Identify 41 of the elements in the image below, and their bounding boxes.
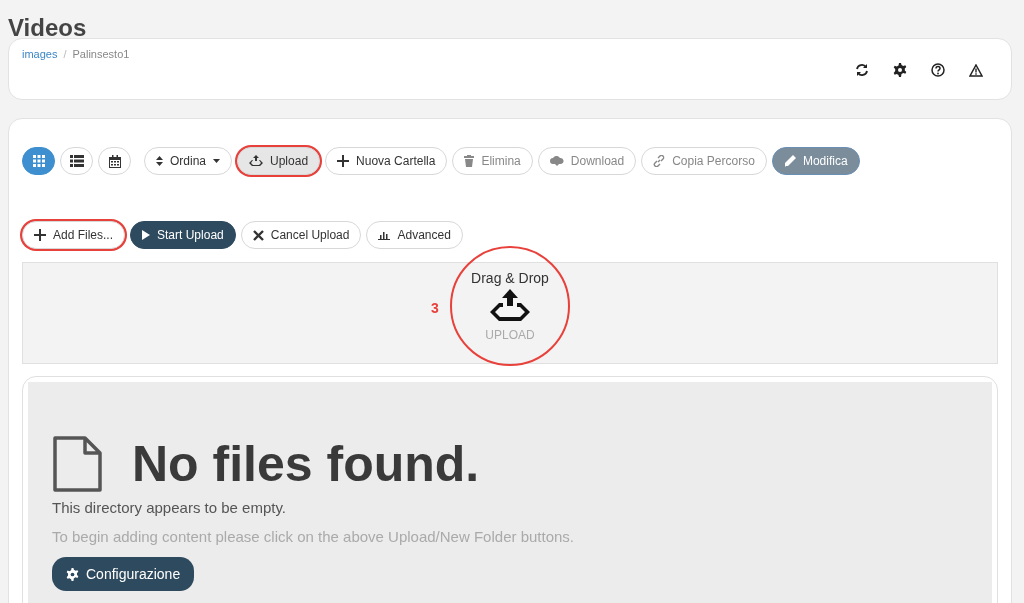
link-icon xyxy=(653,155,666,167)
upload-toolbar-button[interactable]: Advanced xyxy=(366,221,463,249)
grid-view-button[interactable] xyxy=(22,147,55,175)
plus-icon xyxy=(337,155,350,167)
toolbar-button[interactable]: Nuova Cartella xyxy=(325,147,448,175)
refresh-icon[interactable] xyxy=(855,63,869,77)
annotation-number: 3 xyxy=(431,300,439,316)
page-title: Videos xyxy=(8,13,88,38)
settings-icon[interactable] xyxy=(893,63,907,77)
warning-icon[interactable] xyxy=(969,63,983,77)
settings-icon xyxy=(66,567,79,581)
breadcrumb-current: Palinsesto1 xyxy=(72,48,130,60)
close-icon xyxy=(252,229,264,241)
empty-state-hint: To begin adding content please click on the above Upload/New Folder buttons. xyxy=(52,528,575,545)
plus-icon xyxy=(34,229,46,241)
sort-icon xyxy=(156,156,163,166)
bar-chart-icon xyxy=(378,230,391,240)
upload-toolbar-button[interactable]: Cancel Upload xyxy=(240,221,362,249)
pencil-icon xyxy=(783,155,796,167)
dropzone-caption: UPLOAD xyxy=(485,328,535,342)
list-icon xyxy=(69,155,84,167)
toolbar-button[interactable]: Ordina xyxy=(144,147,233,175)
cloud-download-icon xyxy=(549,156,564,166)
file-icon xyxy=(52,436,102,492)
trash-icon xyxy=(464,155,475,167)
empty-state-message: This directory appears to be empty. xyxy=(52,499,287,516)
breadcrumb-separator: / xyxy=(63,48,67,60)
list-view-button[interactable] xyxy=(60,147,93,175)
upload-toolbar-button[interactable]: Add Files... xyxy=(22,221,126,249)
empty-state-heading: No files found. xyxy=(132,435,480,493)
upload-tray-icon xyxy=(249,155,264,167)
upload-toolbar-button[interactable]: Start Upload xyxy=(130,221,236,249)
play-icon xyxy=(142,230,151,240)
grid-icon xyxy=(32,155,45,167)
toolbar-button[interactable]: Upload xyxy=(237,147,321,175)
calendar-view-button[interactable] xyxy=(98,147,131,175)
configuration-button[interactable]: Configurazione xyxy=(52,557,195,591)
calendar-icon xyxy=(108,154,121,168)
dropzone-title: Drag & Drop xyxy=(471,270,549,286)
help-icon[interactable] xyxy=(931,63,945,77)
breadcrumb-link[interactable]: images xyxy=(22,48,58,60)
